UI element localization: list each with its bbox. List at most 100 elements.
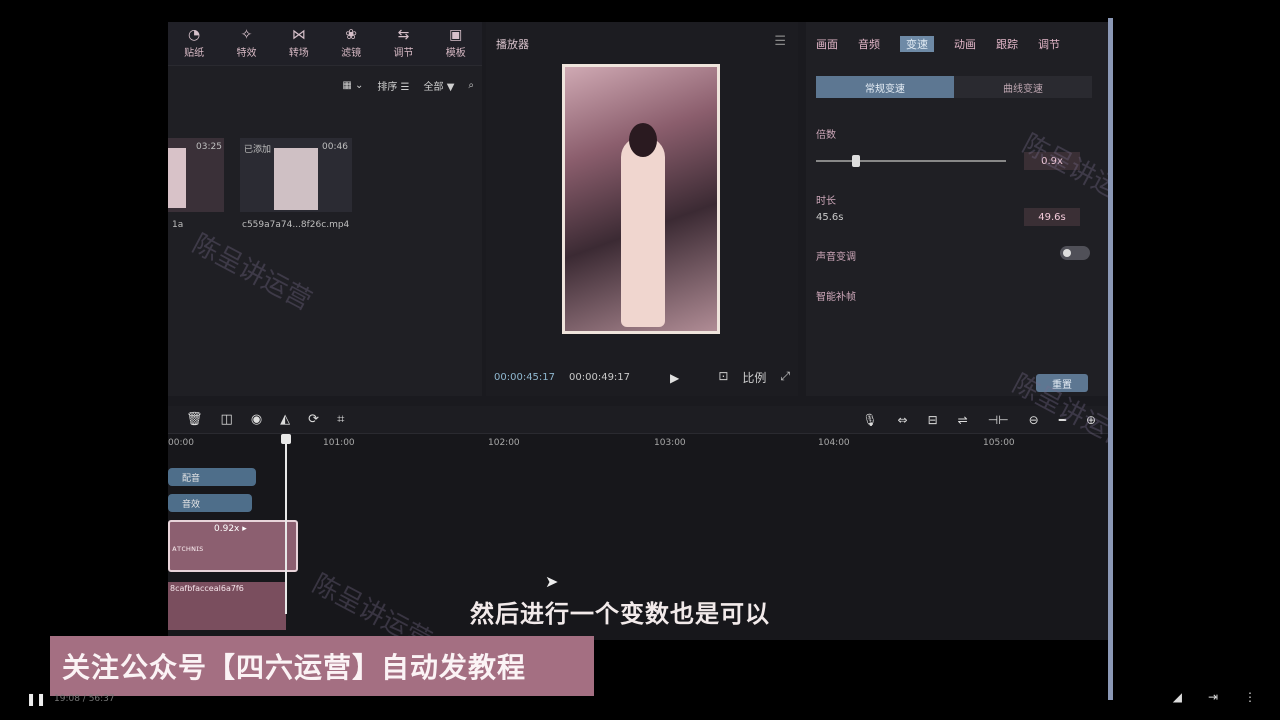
more-icon[interactable]: ⋮	[1244, 690, 1256, 704]
media-duration: 00:46	[322, 142, 348, 152]
tab-adjust[interactable]: ⇆ 调节	[382, 22, 424, 65]
play-icon[interactable]: ▶	[670, 371, 679, 385]
duration-from: 45.6s	[816, 212, 844, 223]
clip-speed: 0.92x ▸	[214, 524, 247, 534]
filter-icon: ❀	[345, 27, 357, 43]
tab-normal-speed[interactable]: 常规变速	[816, 76, 954, 98]
adjust-icon: ⇆	[397, 27, 410, 43]
tab-tracking[interactable]: 跟踪	[996, 36, 1018, 52]
tab-curve-speed[interactable]: 曲线变速	[954, 76, 1092, 98]
crop-icon[interactable]: ⌗	[337, 412, 344, 427]
filter-all-button[interactable]: 全部 ▼	[424, 78, 455, 93]
media-name: 1a	[172, 220, 184, 230]
tab-picture[interactable]: 画面	[816, 36, 838, 52]
media-panel: ◔ 贴纸 ✧ 特效 ⋈ 转场 ❀ 滤镜 ⇆ 调节 ▣ 模板 ▦ ⌄ 排序 ☰ 全部 ▼ ⌕ …	[168, 22, 482, 396]
clip-name: ᴀᴛᴄʜɴɪs	[172, 544, 204, 553]
person-figure	[621, 137, 665, 327]
player-icons: ⊡ 比例 ⤢	[718, 369, 790, 386]
smooth-frame-label[interactable]: 智能补帧	[816, 288, 856, 303]
duration-value[interactable]: 49.6s	[1024, 208, 1080, 226]
ratio-button[interactable]: 比例	[742, 369, 766, 386]
video-preview	[562, 64, 720, 334]
tab-template[interactable]: ▣ 模板	[435, 22, 477, 65]
search-icon[interactable]: ⌕	[468, 80, 474, 91]
video-player-bar: ❚❚ 19:08 / 56:37 ◢ ⇥ ⋮	[0, 686, 1280, 720]
split-icon[interactable]: ⊣⊢	[988, 413, 1009, 427]
person-head	[629, 123, 657, 157]
media-duration: 03:25	[196, 142, 222, 152]
thumbnail	[168, 148, 186, 208]
view-toggle-button[interactable]: ▦ ⌄	[342, 80, 363, 91]
pitch-toggle[interactable]	[1060, 246, 1090, 260]
tab-filter[interactable]: ❀ 滤镜	[330, 22, 372, 65]
tab-label: 特效	[236, 48, 257, 59]
volume-icon[interactable]: ◢	[1173, 690, 1182, 704]
audio-track-voice[interactable]: 配音	[168, 468, 256, 486]
fullscreen-icon[interactable]: ⤢	[780, 369, 790, 386]
preview-axis-icon[interactable]: ⇌	[958, 413, 968, 427]
added-badge: 已添加	[244, 145, 272, 155]
sticker-icon: ◔	[188, 27, 201, 43]
timeline-ruler[interactable]: 00:00 101:00 102:00 103:00 104:00 105:00	[168, 436, 1110, 452]
audio-track-sfx[interactable]: 音效	[168, 494, 252, 512]
tab-sticker[interactable]: ◔ 贴纸	[173, 22, 215, 65]
video-clip-lower[interactable]: 8cafbfacceal6a7f6	[168, 582, 286, 630]
thumbnail	[274, 148, 318, 210]
media-tabs: ◔ 贴纸 ✧ 特效 ⋈ 转场 ❀ 滤镜 ⇆ 调节 ▣ 模板	[168, 22, 482, 66]
tab-effects[interactable]: ✧ 特效	[225, 22, 267, 65]
current-time: 00:00:45:17	[494, 372, 556, 383]
tab-label: 模板	[445, 48, 466, 59]
pause-icon[interactable]: ❚❚	[26, 692, 46, 706]
tab-label: 滤镜	[341, 48, 362, 59]
tick-label: 00:00	[168, 438, 194, 448]
link-icon[interactable]: ⇔	[898, 413, 908, 427]
inspector-tabs: 画面 音频 变速 动画 跟踪 调节	[816, 36, 1060, 52]
template-icon: ▣	[449, 27, 463, 43]
menu-icon[interactable]: ☰	[774, 34, 786, 49]
tab-speed[interactable]: 变速	[900, 36, 934, 52]
media-filters: ▦ ⌄ 排序 ☰ 全部 ▼ ⌕	[342, 78, 474, 93]
editor-window: ◔ 贴纸 ✧ 特效 ⋈ 转场 ❀ 滤镜 ⇆ 调节 ▣ 模板 ▦ ⌄ 排序 ☰ 全部 ▼ ⌕ …	[168, 22, 1110, 640]
playback-time: 19:08 / 56:37	[54, 694, 115, 704]
tab-transition[interactable]: ⋈ 转场	[278, 22, 320, 65]
timeline-toolbar: 🗑 ◫ ◉ ◭ ⟳ ⌗ 🎙 ⇔ ⊟ ⇌ ⊣⊢ ⊖ ━ ⊕	[168, 406, 1110, 434]
tick-label: 102:00	[488, 438, 520, 448]
transition-icon: ⋈	[291, 27, 306, 43]
microphone-icon[interactable]: 🎙	[862, 413, 877, 427]
effects-icon: ✧	[240, 27, 253, 43]
multiplier-label: 倍数	[816, 130, 836, 141]
tick-label: 101:00	[323, 438, 355, 448]
player-title: 播放器	[496, 38, 529, 51]
magnet-icon[interactable]: ⊟	[928, 413, 938, 427]
tab-animation[interactable]: 动画	[954, 36, 976, 52]
tab-label: 贴纸	[184, 48, 205, 59]
slider-knob[interactable]	[852, 155, 861, 167]
pip-icon[interactable]: ⇥	[1208, 690, 1218, 704]
zoom-out-icon[interactable]: ⊖	[1029, 413, 1039, 427]
pitch-label: 声音变调	[816, 252, 856, 263]
inspector-panel: 画面 音频 变速 动画 跟踪 调节 常规变速 曲线变速 倍数 0.9x 时长 4…	[806, 22, 1110, 396]
snapshot-icon[interactable]: ⊡	[718, 369, 728, 386]
media-name: c559a7a74...8f26c.mp4	[242, 220, 350, 230]
freeze-icon[interactable]: ◫	[221, 412, 233, 427]
tab-audio[interactable]: 音频	[858, 36, 880, 52]
total-time: 00:00:49:17	[569, 372, 631, 383]
player-panel: 播放器 ☰ 00:00:45:17 00:00:49:17 ▶ ⊡ 比例 ⤢	[486, 22, 798, 396]
tab-label: 调节	[393, 48, 414, 59]
multiplier-slider[interactable]	[816, 155, 1006, 167]
tick-label: 103:00	[654, 438, 686, 448]
mouse-cursor-icon: ➤	[545, 572, 559, 591]
delete-icon[interactable]: 🗑	[186, 412, 203, 427]
tab-adjust[interactable]: 调节	[1038, 36, 1060, 52]
edit-tools: 🗑 ◫ ◉ ◭ ⟳ ⌗	[186, 412, 344, 427]
speed-mode-tabs: 常规变速 曲线变速	[816, 76, 1092, 98]
sort-button[interactable]: 排序 ☰	[377, 78, 409, 93]
rotate-icon[interactable]: ⟳	[308, 412, 319, 427]
player-bar-controls: ◢ ⇥ ⋮	[1173, 690, 1256, 704]
mirror-icon[interactable]: ◭	[280, 412, 290, 427]
subtitle-caption: 然后进行一个变数也是可以	[470, 600, 770, 628]
video-clip[interactable]: 0.92x ▸ ᴀᴛᴄʜɴɪs	[168, 520, 298, 572]
right-edge-bar	[1108, 18, 1113, 700]
reverse-icon[interactable]: ◉	[251, 412, 262, 427]
playhead[interactable]	[281, 434, 291, 614]
